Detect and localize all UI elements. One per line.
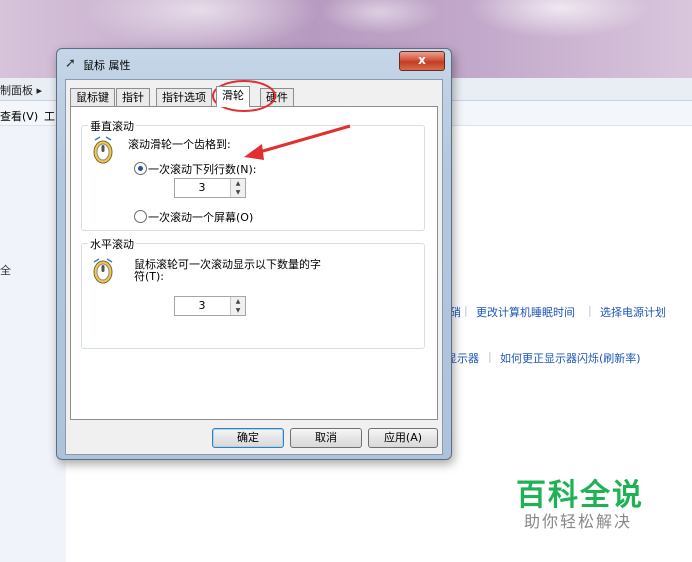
chars-spinbox[interactable]: 3 ▲ ▼ bbox=[174, 296, 246, 316]
radio-scroll-lines[interactable] bbox=[134, 162, 147, 175]
link-separator: | bbox=[464, 304, 468, 317]
tab-buttons[interactable]: 鼠标键 bbox=[70, 88, 115, 106]
horizontal-scroll-prompt-line2: 符(T): bbox=[134, 270, 165, 283]
tab-pointer-options[interactable]: 指针选项 bbox=[156, 88, 212, 106]
radio-scroll-screen[interactable] bbox=[134, 210, 147, 223]
breadcrumb[interactable]: 制面板 ▸ bbox=[0, 82, 42, 98]
menu-tools[interactable]: 工 bbox=[44, 108, 55, 124]
ok-button[interactable]: 确定 bbox=[212, 428, 284, 448]
menu-view[interactable]: 查看(V) bbox=[0, 108, 38, 124]
spin-buttons: ▲ ▼ bbox=[230, 297, 245, 315]
dialog-client: 鼠标键 指针 指针选项 滑轮 硬件 垂直滚动 滚动滑轮一个齿格到: 一次滚动下列… bbox=[65, 79, 443, 455]
tab-wheel[interactable]: 滑轮 bbox=[216, 86, 250, 107]
horizontal-scrolling-group: 水平滚动 鼠标滚轮可一次滚动显示以下数量的字 符(T): 3 ▲ ▼ bbox=[81, 236, 425, 349]
lines-spinbox-value[interactable]: 3 bbox=[175, 181, 229, 194]
cancel-button[interactable]: 取消 bbox=[290, 428, 362, 448]
spin-down-icon[interactable]: ▼ bbox=[231, 306, 245, 315]
mouse-pointer-icon: ➚ bbox=[65, 56, 76, 71]
chars-spinbox-value[interactable]: 3 bbox=[175, 299, 229, 312]
vertical-scrolling-title: 垂直滚动 bbox=[88, 118, 136, 134]
link-fix-flicker[interactable]: 如何更正显示器闪烁(刷新率) bbox=[500, 350, 641, 366]
radio-scroll-lines-label[interactable]: 一次滚动下列行数(N): bbox=[148, 161, 257, 177]
mouse-wheel-icon bbox=[93, 258, 113, 284]
dialog-title: 鼠标 属性 bbox=[83, 59, 131, 72]
spin-down-icon[interactable]: ▼ bbox=[231, 188, 245, 197]
link-separator: | bbox=[588, 304, 592, 317]
vertical-scroll-prompt: 滚动滑轮一个齿格到: bbox=[128, 138, 231, 151]
horizontal-scrolling-title: 水平滚动 bbox=[88, 236, 136, 252]
close-button[interactable]: x bbox=[399, 51, 445, 71]
tab-hardware[interactable]: 硬件 bbox=[260, 88, 294, 106]
left-pane-label: 全 bbox=[0, 264, 11, 277]
tab-pointers[interactable]: 指针 bbox=[116, 88, 150, 106]
radio-scroll-screen-label[interactable]: 一次滚动一个屏幕(O) bbox=[148, 209, 253, 225]
dialog-titlebar[interactable]: ➚ 鼠标 属性 x bbox=[57, 49, 451, 77]
link-separator: | bbox=[488, 350, 492, 363]
link-change-sleep-time[interactable]: 更改计算机睡眠时间 bbox=[476, 304, 575, 320]
mouse-wheel-icon bbox=[93, 136, 113, 164]
wheel-tab-page: 垂直滚动 滚动滑轮一个齿格到: 一次滚动下列行数(N): 3 ▲ ▼ 一次滚动一… bbox=[70, 106, 438, 420]
vertical-scrolling-group: 垂直滚动 滚动滑轮一个齿格到: 一次滚动下列行数(N): 3 ▲ ▼ 一次滚动一… bbox=[81, 118, 425, 231]
watermark-subtitle: 助你轻松解决 bbox=[524, 512, 633, 531]
spin-buttons: ▲ ▼ bbox=[230, 179, 245, 197]
lines-spinbox[interactable]: 3 ▲ ▼ bbox=[174, 178, 246, 198]
mouse-properties-dialog: ➚ 鼠标 属性 x 鼠标键 指针 指针选项 滑轮 硬件 垂直滚动 滚动滑轮一个齿… bbox=[56, 48, 452, 460]
link-choose-power-plan[interactable]: 选择电源计划 bbox=[600, 304, 666, 320]
apply-button[interactable]: 应用(A) bbox=[368, 428, 438, 448]
